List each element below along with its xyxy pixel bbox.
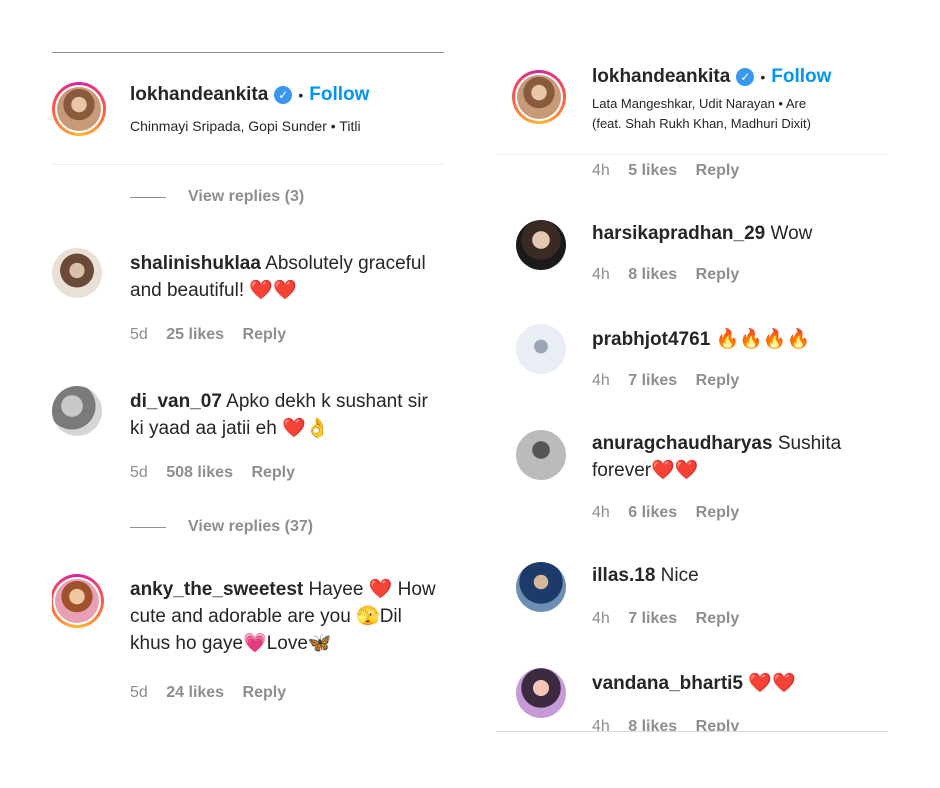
author-avatar[interactable] bbox=[52, 82, 106, 136]
reply-button[interactable]: Reply bbox=[696, 610, 740, 627]
comment-time: 4h bbox=[592, 372, 610, 389]
author-avatar[interactable] bbox=[512, 70, 566, 124]
comment-body: ❤️❤️ bbox=[748, 673, 796, 694]
separator-dot: • bbox=[298, 87, 304, 103]
audio-label[interactable]: Lata Mangeshkar, Udit Narayan • Are bbox=[592, 96, 806, 111]
view-replies-button[interactable]: View replies (37) bbox=[130, 518, 313, 536]
reply-button[interactable]: Reply bbox=[243, 684, 287, 701]
reply-button[interactable]: Reply bbox=[696, 162, 740, 179]
comment-item: anky_the_sweetest Hayee ❤️ How cute and … bbox=[52, 574, 444, 726]
comment-text: di_van_07 Apko dekh k sushant sir ki yaa… bbox=[130, 388, 444, 442]
commenter-username[interactable]: shalinishuklaa bbox=[130, 253, 261, 274]
comment-text: anky_the_sweetest Hayee ❤️ How cute and … bbox=[130, 576, 444, 657]
comment-body: Nice bbox=[660, 565, 699, 586]
comment-likes[interactable]: 7 likes bbox=[628, 372, 677, 389]
comment-item: harsikapradhan_29 Wow 4h 8 likes Reply bbox=[496, 216, 888, 306]
comment-text: anuragchaudharyas Sushita forever❤️❤️ bbox=[592, 430, 888, 484]
comment-likes[interactable]: 5 likes bbox=[628, 162, 677, 179]
comment-time: 4h bbox=[592, 266, 610, 283]
reply-button[interactable]: Reply bbox=[251, 464, 295, 481]
comment-body: Wow bbox=[770, 223, 813, 244]
follow-button[interactable]: Follow bbox=[309, 84, 369, 106]
commenter-avatar[interactable] bbox=[516, 430, 566, 480]
comment-time: 4h bbox=[592, 162, 610, 179]
commenter-avatar[interactable] bbox=[52, 386, 102, 436]
audio-label-line2[interactable]: (feat. Shah Rukh Khan, Madhuri Dixit) bbox=[592, 116, 811, 131]
comment-meta: 5d 508 likes Reply bbox=[130, 464, 309, 482]
author-username[interactable]: lokhandeankita bbox=[130, 84, 268, 106]
comment-meta: 4h 7 likes Reply bbox=[592, 610, 753, 628]
comment-meta: 4h 8 likes Reply bbox=[592, 718, 753, 732]
bottom-divider bbox=[496, 731, 888, 732]
commenter-avatar[interactable] bbox=[516, 668, 566, 718]
top-divider bbox=[52, 52, 444, 53]
comment-time: 4h bbox=[592, 718, 610, 732]
comment-likes[interactable]: 6 likes bbox=[628, 504, 677, 521]
reply-button[interactable]: Reply bbox=[696, 372, 740, 389]
header-divider bbox=[496, 154, 888, 155]
comment-likes[interactable]: 508 likes bbox=[166, 464, 233, 481]
view-replies-button[interactable]: View replies (3) bbox=[130, 188, 304, 206]
comment-meta: 5d 24 likes Reply bbox=[130, 684, 300, 702]
comment-text: prabhjot4761 🔥🔥🔥🔥 bbox=[592, 326, 888, 353]
comment-body: 🔥🔥🔥🔥 bbox=[715, 329, 811, 350]
view-replies-label: View replies (3) bbox=[188, 188, 305, 205]
comment-time: 5d bbox=[130, 684, 148, 701]
audio-label[interactable]: Chinmayi Sripada, Gopi Sunder • Titli bbox=[130, 118, 361, 134]
header-divider bbox=[52, 164, 444, 165]
comment-likes[interactable]: 24 likes bbox=[166, 684, 224, 701]
verified-badge-icon: ✓ bbox=[274, 86, 293, 104]
reply-button[interactable]: Reply bbox=[696, 504, 740, 521]
comment-likes[interactable]: 25 likes bbox=[166, 326, 224, 343]
comment-item: prabhjot4761 🔥🔥🔥🔥 4h 7 likes Reply bbox=[496, 322, 888, 412]
commenter-username[interactable]: anky_the_sweetest bbox=[130, 579, 303, 600]
commenter-username[interactable]: vandana_bharti5 bbox=[592, 673, 743, 694]
comment-text: shalinishuklaa Absolutely graceful and b… bbox=[130, 250, 444, 304]
comment-item: illas.18 Nice 4h 7 likes Reply bbox=[496, 560, 888, 650]
verified-badge-icon: ✓ bbox=[736, 68, 755, 86]
view-replies-label: View replies (37) bbox=[188, 518, 314, 535]
comment-meta: 4h 8 likes Reply bbox=[592, 266, 753, 284]
comment-meta: 4h 6 likes Reply bbox=[592, 504, 753, 522]
commenter-avatar[interactable] bbox=[516, 562, 566, 612]
reply-button[interactable]: Reply bbox=[243, 326, 287, 343]
comment-text: vandana_bharti5 ❤️❤️ bbox=[592, 670, 888, 697]
comment-time: 4h bbox=[592, 504, 610, 521]
comment-item: shalinishuklaa Absolutely graceful and b… bbox=[52, 246, 444, 356]
comment-meta: 4h 5 likes Reply bbox=[592, 162, 753, 180]
post-header: lokhandeankita ✓ • Follow Lata Mangeshka… bbox=[496, 66, 888, 156]
right-comments-panel: lokhandeankita ✓ • Follow Lata Mangeshka… bbox=[496, 52, 888, 732]
comment-likes[interactable]: 8 likes bbox=[628, 718, 677, 732]
comment-meta: 4h 7 likes Reply bbox=[592, 372, 753, 390]
author-username[interactable]: lokhandeankita bbox=[592, 66, 730, 88]
replies-dash bbox=[130, 526, 166, 528]
commenter-username[interactable]: harsikapradhan_29 bbox=[592, 223, 765, 244]
comment-item: di_van_07 Apko dekh k sushant sir ki yaa… bbox=[52, 384, 444, 494]
replies-dash bbox=[130, 196, 166, 198]
left-comments-panel: lokhandeankita ✓ • Follow Chinmayi Sripa… bbox=[52, 52, 444, 732]
comment-text: illas.18 Nice bbox=[592, 562, 888, 589]
commenter-avatar[interactable] bbox=[52, 574, 104, 628]
comment-item: anuragchaudharyas Sushita forever❤️❤️ 4h… bbox=[496, 428, 888, 538]
comment-likes[interactable]: 7 likes bbox=[628, 610, 677, 627]
follow-button[interactable]: Follow bbox=[771, 66, 831, 88]
commenter-avatar[interactable] bbox=[516, 220, 566, 270]
commenter-username[interactable]: prabhjot4761 bbox=[592, 329, 710, 350]
comment-time: 5d bbox=[130, 326, 148, 343]
reply-button[interactable]: Reply bbox=[696, 718, 740, 732]
comment-time: 5d bbox=[130, 464, 148, 481]
comment-likes[interactable]: 8 likes bbox=[628, 266, 677, 283]
post-header: lokhandeankita ✓ • Follow Chinmayi Sripa… bbox=[52, 74, 444, 164]
comment-meta: 5d 25 likes Reply bbox=[130, 326, 300, 344]
commenter-avatar[interactable] bbox=[516, 324, 566, 374]
commenter-avatar[interactable] bbox=[52, 248, 102, 298]
commenter-username[interactable]: anuragchaudharyas bbox=[592, 433, 773, 454]
commenter-username[interactable]: illas.18 bbox=[592, 565, 655, 586]
separator-dot: • bbox=[760, 69, 766, 85]
commenter-username[interactable]: di_van_07 bbox=[130, 391, 222, 412]
comment-time: 4h bbox=[592, 610, 610, 627]
comment-item: vandana_bharti5 ❤️❤️ 4h 8 likes Reply bbox=[496, 666, 888, 732]
reply-button[interactable]: Reply bbox=[696, 266, 740, 283]
comment-text: harsikapradhan_29 Wow bbox=[592, 220, 888, 247]
